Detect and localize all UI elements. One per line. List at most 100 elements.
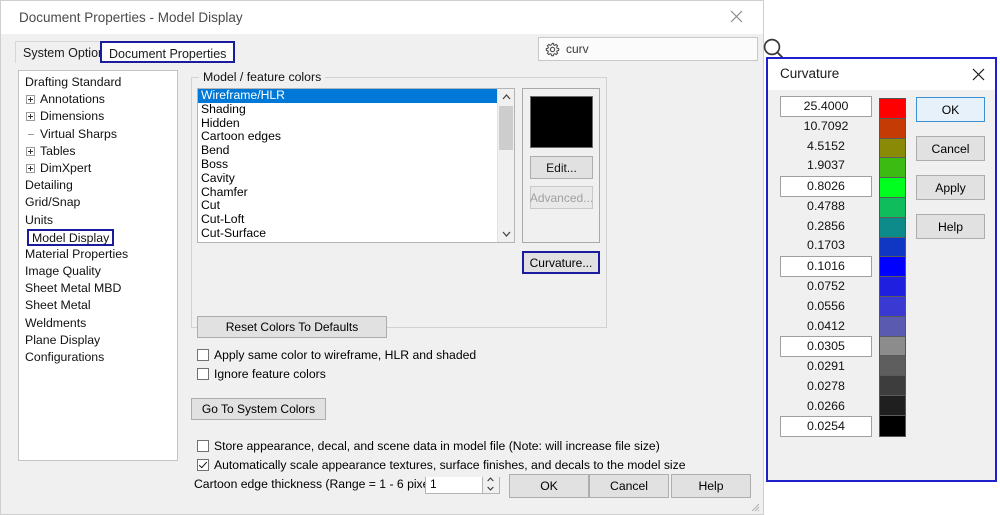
listbox-item[interactable]: Chamfer [198, 186, 514, 200]
tree-item-annotations[interactable]: Annotations [19, 91, 177, 108]
curvature-value-label: 0.0556 [780, 297, 872, 317]
window-titlebar: Document Properties - Model Display [1, 1, 763, 34]
tree-item-label: Units [25, 213, 53, 227]
curvature-value-label: 0.1703 [780, 236, 872, 256]
expand-plus-icon[interactable] [26, 147, 35, 156]
cartoon-edge-thickness-stepper[interactable] [483, 477, 500, 494]
tree-item-label: DimXpert [40, 161, 91, 175]
curvature-value-input[interactable]: 0.0254 [780, 416, 872, 437]
resize-grip-icon[interactable] [748, 500, 760, 512]
cartoon-edge-thickness-input[interactable]: 1 [425, 477, 483, 494]
tree-item-model-display[interactable]: Model Display [19, 229, 177, 246]
checkbox-store-appearance[interactable]: Store appearance, decal, and scene data … [197, 439, 660, 453]
tab-document-properties[interactable]: Document Properties [100, 41, 235, 63]
tree-item-weldments[interactable]: Weldments [19, 315, 177, 332]
search-input[interactable]: curv [538, 37, 758, 61]
listbox-item[interactable]: Cut [198, 199, 514, 213]
listbox-item[interactable]: Hidden [198, 117, 514, 131]
listbox-item[interactable]: Cut-Loft [198, 213, 514, 227]
listbox-item[interactable]: Bend [198, 144, 514, 158]
tree-item-plane-display[interactable]: Plane Display [19, 332, 177, 349]
listbox-item[interactable]: Wireframe/HLR [198, 89, 514, 103]
curvature-value-label: 0.0278 [780, 377, 872, 397]
curvature-ok-button[interactable]: OK [916, 97, 985, 122]
settings-tree[interactable]: Drafting Standard AnnotationsDimensionsVi… [18, 70, 178, 461]
listbox-item[interactable]: Cut-Surface [198, 227, 514, 241]
tree-item-dimensions[interactable]: Dimensions [19, 108, 177, 125]
checkbox-label: Ignore feature colors [214, 367, 326, 381]
tree-item-label: Grid/Snap [25, 195, 80, 209]
tree-item-drafting-standard[interactable]: Drafting Standard [19, 74, 177, 91]
cancel-button[interactable]: Cancel [589, 474, 669, 498]
feature-colors-listbox[interactable]: Wireframe/HLRShadingHiddenCartoon edgesB… [197, 88, 515, 243]
tree-item-image-quality[interactable]: Image Quality [19, 263, 177, 280]
expand-plus-icon[interactable] [26, 112, 35, 121]
listbox-item[interactable]: Cavity [198, 172, 514, 186]
expand-plus-icon[interactable] [26, 95, 35, 104]
stepper-up-icon[interactable] [483, 477, 498, 484]
tree-item-label: Image Quality [25, 264, 101, 278]
tree-item-detailing[interactable]: Detailing [19, 177, 177, 194]
close-icon[interactable] [967, 64, 989, 84]
go-to-system-colors-button[interactable]: Go To System Colors [191, 398, 326, 420]
expand-plus-icon[interactable] [26, 164, 35, 173]
checkbox-apply-same-color[interactable]: Apply same color to wireframe, HLR and s… [197, 348, 476, 362]
listbox-scrollbar[interactable] [497, 89, 514, 242]
curvature-color-swatch [880, 178, 905, 198]
help-button[interactable]: Help [671, 474, 751, 498]
tree-item-sheet-metal-mbd[interactable]: Sheet Metal MBD [19, 280, 177, 297]
curvature-apply-button[interactable]: Apply [916, 175, 985, 200]
curvature-value-label: 0.0752 [780, 277, 872, 297]
curvature-color-swatch [880, 277, 905, 297]
tree-item-configurations[interactable]: Configurations [19, 349, 177, 366]
tree-connector-icon [28, 134, 34, 135]
curvature-color-swatch [880, 376, 905, 396]
curvature-color-swatch [880, 119, 905, 139]
chevron-up-icon[interactable] [498, 89, 514, 105]
curvature-value-label: 0.0412 [780, 317, 872, 337]
chevron-down-icon[interactable] [498, 226, 514, 242]
tree-item-material-properties[interactable]: Material Properties [19, 246, 177, 263]
checkbox-ignore-feature-colors[interactable]: Ignore feature colors [197, 367, 326, 381]
edit-color-button[interactable]: Edit... [530, 156, 593, 179]
close-icon[interactable] [714, 1, 759, 31]
tree-item-dimxpert[interactable]: DimXpert [19, 160, 177, 177]
tree-item-label: Sheet Metal [25, 298, 91, 312]
curvature-value-input[interactable]: 0.8026 [780, 176, 872, 197]
curvature-value-input[interactable]: 0.0305 [780, 336, 872, 357]
ok-button[interactable]: OK [509, 474, 589, 498]
curvature-help-button[interactable]: Help [916, 214, 985, 239]
tree-item-virtual-sharps[interactable]: Virtual Sharps [19, 126, 177, 143]
search-input-value: curv [566, 42, 589, 56]
checkbox-label: Apply same color to wireframe, HLR and s… [214, 348, 476, 362]
scrollbar-thumb[interactable] [499, 106, 513, 150]
tree-item-units[interactable]: Units [19, 212, 177, 229]
curvature-value-label: 0.0291 [780, 357, 872, 377]
reset-colors-to-defaults-button[interactable]: Reset Colors To Defaults [197, 316, 387, 338]
curvature-cancel-button[interactable]: Cancel [916, 136, 985, 161]
checkbox-auto-scale-appearance[interactable]: Automatically scale appearance textures,… [197, 458, 686, 472]
tree-item-label: Drafting Standard [25, 75, 121, 89]
checkbox-label: Automatically scale appearance textures,… [214, 458, 686, 472]
advanced-color-button: Advanced... [530, 186, 593, 209]
tree-item-label: Weldments [25, 316, 86, 330]
curvature-color-swatch [880, 139, 905, 159]
checkbox-box [197, 368, 209, 380]
tree-item-tables[interactable]: Tables [19, 143, 177, 160]
curvature-value-input[interactable]: 25.4000 [780, 96, 872, 117]
listbox-item[interactable]: Shading [198, 103, 514, 117]
stepper-down-icon[interactable] [483, 484, 498, 493]
dialog-body: Drafting Standard AnnotationsDimensionsVi… [1, 65, 763, 514]
curvature-color-swatch [880, 416, 905, 436]
listbox-item[interactable]: Cartoon edges [198, 130, 514, 144]
listbox-item[interactable]: Boss [198, 158, 514, 172]
curvature-color-swatch [880, 198, 905, 218]
curvature-button[interactable]: Curvature... [522, 251, 600, 274]
gear-icon [545, 42, 560, 57]
curvature-value-input[interactable]: 0.1016 [780, 256, 872, 277]
tree-item-grid-snap[interactable]: Grid/Snap [19, 194, 177, 211]
tree-item-label: Material Properties [25, 247, 128, 261]
curvature-color-swatch [880, 337, 905, 357]
tree-item-sheet-metal[interactable]: Sheet Metal [19, 297, 177, 314]
tree-item-label: Plane Display [25, 333, 100, 347]
